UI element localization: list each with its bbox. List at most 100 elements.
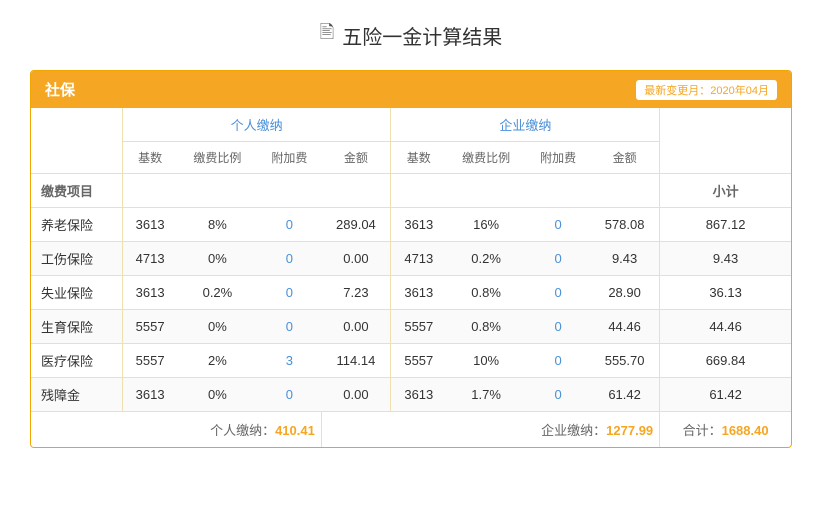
summary-personal-label: 个人缴纳： bbox=[210, 423, 275, 438]
row-p-amount: 0.00 bbox=[321, 242, 391, 276]
table-row: 失业保险 3613 0.2% 0 7.23 3613 0.8% 0 28.90 … bbox=[31, 276, 791, 310]
row-p-base: 4713 bbox=[122, 242, 177, 276]
summary-row: 个人缴纳：410.41 企业缴纳：1277.99 合计：1688.40 bbox=[31, 412, 791, 448]
page-title-text: 五险一金计算结果 bbox=[342, 21, 502, 50]
row-p-rate: 8% bbox=[177, 208, 257, 242]
row-c-amount: 28.90 bbox=[590, 276, 660, 310]
row-p-base: 3613 bbox=[122, 208, 177, 242]
summary-company-value: 1277.99 bbox=[606, 423, 653, 438]
row-p-extra: 0 bbox=[257, 242, 321, 276]
row-c-rate: 0.8% bbox=[446, 310, 526, 344]
summary-personal: 个人缴纳：410.41 bbox=[31, 412, 321, 448]
row-p-base: 3613 bbox=[122, 378, 177, 412]
row-c-base: 5557 bbox=[391, 310, 446, 344]
table-header-bar: 社保 最新变更月：2020年04月 bbox=[31, 71, 791, 108]
summary-total-label: 合计： bbox=[683, 423, 722, 438]
company-group-header: 企业缴纳 bbox=[391, 108, 660, 142]
row-p-rate: 0.2% bbox=[177, 276, 257, 310]
col-p-rate: 缴费比例 bbox=[177, 142, 257, 174]
col-c-extra: 附加费 bbox=[526, 142, 590, 174]
col-header-item bbox=[31, 108, 122, 174]
row-p-extra: 3 bbox=[257, 344, 321, 378]
table-row: 残障金 3613 0% 0 0.00 3613 1.7% 0 61.42 61.… bbox=[31, 378, 791, 412]
col-c-rate: 缴费比例 bbox=[446, 142, 526, 174]
row-p-rate: 0% bbox=[177, 242, 257, 276]
row-c-extra: 0 bbox=[526, 208, 590, 242]
summary-company-label: 企业缴纳： bbox=[541, 423, 606, 438]
update-badge: 最新变更月：2020年04月 bbox=[636, 80, 777, 100]
row-c-amount: 555.70 bbox=[590, 344, 660, 378]
col-p-extra: 附加费 bbox=[257, 142, 321, 174]
col-p-base: 基数 bbox=[122, 142, 177, 174]
row-total: 61.42 bbox=[660, 378, 791, 412]
row-p-rate: 0% bbox=[177, 378, 257, 412]
row-c-amount: 578.08 bbox=[590, 208, 660, 242]
row-c-extra: 0 bbox=[526, 344, 590, 378]
col-name-row: 缴费项目 小计 bbox=[31, 174, 791, 208]
row-p-base: 3613 bbox=[122, 276, 177, 310]
row-p-rate: 0% bbox=[177, 310, 257, 344]
row-p-amount: 289.04 bbox=[321, 208, 391, 242]
row-p-base: 5557 bbox=[122, 310, 177, 344]
social-insurance-table-container: 社保 最新变更月：2020年04月 个人缴纳 企业缴纳 基数 缴费比例 附加费 … bbox=[30, 70, 792, 448]
row-p-base: 5557 bbox=[122, 344, 177, 378]
row-total: 36.13 bbox=[660, 276, 791, 310]
row-name: 生育保险 bbox=[31, 310, 122, 344]
summary-total-value: 1688.40 bbox=[722, 423, 769, 438]
row-c-amount: 9.43 bbox=[590, 242, 660, 276]
col-name-subtotal: 小计 bbox=[660, 174, 791, 208]
row-name: 工伤保险 bbox=[31, 242, 122, 276]
row-c-base: 3613 bbox=[391, 276, 446, 310]
row-p-amount: 114.14 bbox=[321, 344, 391, 378]
col-p-amount: 金额 bbox=[321, 142, 391, 174]
row-p-extra: 0 bbox=[257, 378, 321, 412]
row-p-extra: 0 bbox=[257, 310, 321, 344]
personal-group-header: 个人缴纳 bbox=[122, 108, 391, 142]
row-name: 失业保险 bbox=[31, 276, 122, 310]
row-p-amount: 0.00 bbox=[321, 378, 391, 412]
row-c-base: 3613 bbox=[391, 378, 446, 412]
row-c-amount: 61.42 bbox=[590, 378, 660, 412]
row-c-rate: 16% bbox=[446, 208, 526, 242]
row-c-extra: 0 bbox=[526, 242, 590, 276]
row-c-amount: 44.46 bbox=[590, 310, 660, 344]
col-name-item: 缴费项目 bbox=[31, 174, 122, 208]
document-icon: 🖹 bbox=[320, 20, 334, 50]
row-p-extra: 0 bbox=[257, 276, 321, 310]
row-c-rate: 0.8% bbox=[446, 276, 526, 310]
row-c-base: 3613 bbox=[391, 208, 446, 242]
section-title: 社保 bbox=[45, 79, 75, 100]
col-c-base: 基数 bbox=[391, 142, 446, 174]
row-c-base: 4713 bbox=[391, 242, 446, 276]
row-total: 44.46 bbox=[660, 310, 791, 344]
row-p-amount: 0.00 bbox=[321, 310, 391, 344]
row-name: 残障金 bbox=[31, 378, 122, 412]
row-name: 医疗保险 bbox=[31, 344, 122, 378]
col-c-amount: 金额 bbox=[590, 142, 660, 174]
summary-personal-value: 410.41 bbox=[275, 423, 315, 438]
insurance-table: 个人缴纳 企业缴纳 基数 缴费比例 附加费 金额 基数 缴费比例 附加费 金额 … bbox=[31, 108, 791, 447]
row-p-amount: 7.23 bbox=[321, 276, 391, 310]
row-p-rate: 2% bbox=[177, 344, 257, 378]
summary-company: 企业缴纳：1277.99 bbox=[391, 412, 660, 448]
row-total: 669.84 bbox=[660, 344, 791, 378]
row-name: 养老保险 bbox=[31, 208, 122, 242]
table-row: 生育保险 5557 0% 0 0.00 5557 0.8% 0 44.46 44… bbox=[31, 310, 791, 344]
row-c-base: 5557 bbox=[391, 344, 446, 378]
summary-total: 合计：1688.40 bbox=[660, 412, 791, 448]
row-c-rate: 10% bbox=[446, 344, 526, 378]
row-c-extra: 0 bbox=[526, 276, 590, 310]
row-c-extra: 0 bbox=[526, 378, 590, 412]
group-header-row: 个人缴纳 企业缴纳 bbox=[31, 108, 791, 142]
row-total: 9.43 bbox=[660, 242, 791, 276]
row-p-extra: 0 bbox=[257, 208, 321, 242]
table-row: 医疗保险 5557 2% 3 114.14 5557 10% 0 555.70 … bbox=[31, 344, 791, 378]
table-row: 工伤保险 4713 0% 0 0.00 4713 0.2% 0 9.43 9.4… bbox=[31, 242, 791, 276]
col-header-subtotal bbox=[660, 108, 791, 174]
table-row: 养老保险 3613 8% 0 289.04 3613 16% 0 578.08 … bbox=[31, 208, 791, 242]
row-total: 867.12 bbox=[660, 208, 791, 242]
page-title: 🖹 五险一金计算结果 bbox=[320, 20, 502, 50]
row-c-rate: 1.7% bbox=[446, 378, 526, 412]
row-c-extra: 0 bbox=[526, 310, 590, 344]
row-c-rate: 0.2% bbox=[446, 242, 526, 276]
